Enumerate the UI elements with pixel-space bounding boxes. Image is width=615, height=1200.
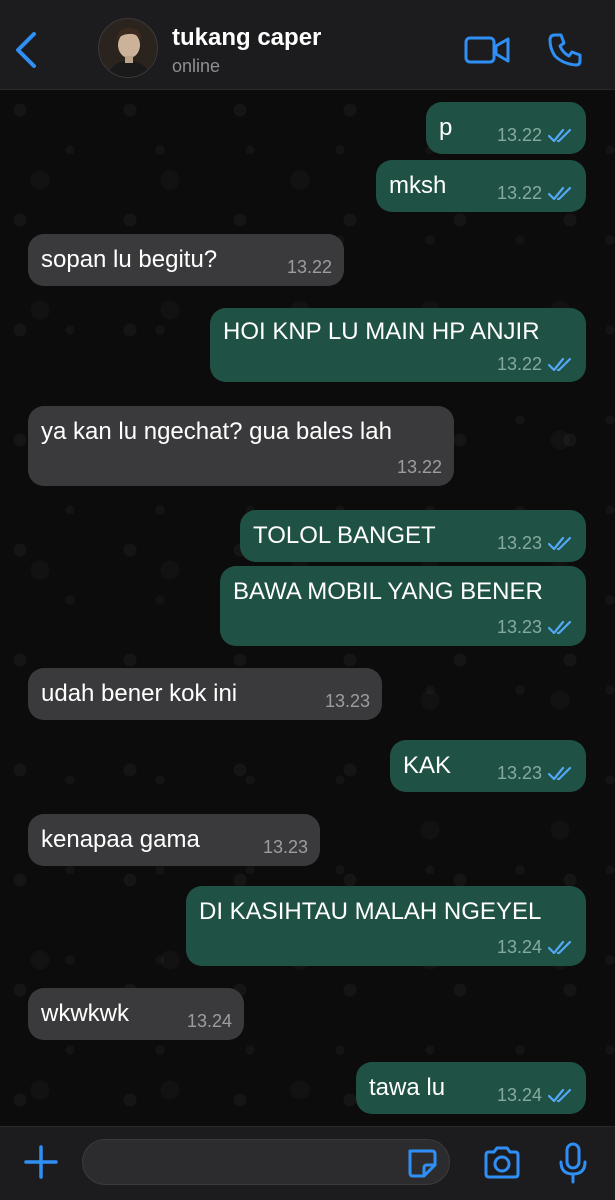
- chat-header: tukang caper online: [0, 0, 615, 90]
- message-text: KAK: [403, 752, 452, 779]
- video-camera-icon: [464, 36, 510, 64]
- message-text: p: [439, 114, 453, 141]
- message-text: sopan lu begitu?: [41, 246, 218, 273]
- phone-icon: [548, 33, 582, 67]
- message-bubble-incoming[interactable]: sopan lu begitu? 13.22: [28, 234, 344, 286]
- double-check-icon: [548, 537, 572, 551]
- double-check-icon: [548, 941, 572, 955]
- message-meta: 13.23: [497, 763, 574, 783]
- message-text: kenapaa gama: [41, 826, 200, 853]
- message-text: mksh: [389, 172, 447, 199]
- avatar[interactable]: [98, 18, 158, 78]
- message-time: 13.24: [496, 1085, 542, 1105]
- message-time: 13.24: [496, 937, 542, 957]
- sticker-icon: [408, 1149, 437, 1178]
- message-text: TOLOL BANGET: [253, 522, 436, 549]
- message-text: ya kan lu ngechat? gua bales lah: [41, 418, 392, 445]
- message-bubble-outgoing[interactable]: DI KASIHTAU MALAH NGEYEL 13.24: [186, 886, 586, 966]
- double-check-icon: [548, 767, 572, 781]
- message-bubble-incoming[interactable]: ya kan lu ngechat? gua bales lah 13.22: [28, 406, 454, 486]
- message-input[interactable]: [82, 1139, 450, 1185]
- microphone-icon: [559, 1142, 587, 1184]
- message-bubble-outgoing[interactable]: p 13.22: [426, 102, 586, 154]
- message-time: 13.23: [262, 837, 308, 857]
- message-bubble-incoming[interactable]: udah bener kok ini 13.23: [28, 668, 382, 720]
- message-time: 13.23: [496, 533, 542, 553]
- message-meta: 13.22: [497, 354, 574, 374]
- message-meta: 13.23: [497, 617, 574, 637]
- voice-message-button[interactable]: [556, 1141, 590, 1185]
- message-time: 13.24: [186, 1011, 232, 1031]
- message-bubble-incoming[interactable]: kenapaa gama 13.23: [28, 814, 320, 866]
- message-time: 13.22: [286, 257, 332, 277]
- message-time: 13.23: [324, 691, 370, 711]
- message-text: DI KASIHTAU MALAH NGEYEL: [199, 898, 542, 925]
- message-meta: 13.23: [497, 533, 574, 553]
- message-time: 13.23: [496, 763, 542, 783]
- message-meta: 13.22: [497, 125, 574, 145]
- message-text: HOI KNP LU MAIN HP ANJIR: [223, 318, 540, 345]
- message-text: tawa lu: [369, 1074, 446, 1101]
- camera-icon: [484, 1146, 520, 1179]
- double-check-icon: [548, 358, 572, 372]
- message-text: BAWA MOBIL YANG BENER: [233, 578, 543, 605]
- message-time: 13.22: [396, 457, 442, 477]
- message-bubble-outgoing[interactable]: TOLOL BANGET 13.23: [240, 510, 586, 562]
- chevron-left-icon: [16, 32, 36, 68]
- chat-screen: tukang caper online p 13.22 mksh 13.22 s…: [0, 0, 615, 1200]
- message-time: 13.22: [496, 125, 542, 145]
- message-meta: 13.24: [497, 1085, 574, 1105]
- message-time: 13.23: [496, 617, 542, 637]
- double-check-icon: [548, 621, 572, 635]
- video-call-button[interactable]: [462, 30, 512, 70]
- message-list[interactable]: p 13.22 mksh 13.22 sopan lu begitu? 13.2…: [0, 90, 615, 1126]
- message-meta: 13.24: [497, 937, 574, 957]
- double-check-icon: [548, 187, 572, 201]
- message-bubble-incoming[interactable]: wkwkwk 13.24: [28, 988, 244, 1040]
- attach-button[interactable]: [22, 1143, 60, 1181]
- contact-name[interactable]: tukang caper: [172, 24, 321, 52]
- contact-status: online: [172, 56, 221, 76]
- sticker-button[interactable]: [405, 1147, 439, 1179]
- avatar-photo: [99, 19, 157, 77]
- double-check-icon: [548, 129, 572, 143]
- double-check-icon: [548, 1089, 572, 1103]
- camera-button[interactable]: [482, 1145, 522, 1181]
- message-bubble-outgoing[interactable]: mksh 13.22: [376, 160, 586, 212]
- back-button[interactable]: [8, 28, 44, 72]
- message-bubble-outgoing[interactable]: BAWA MOBIL YANG BENER 13.23: [220, 566, 586, 646]
- message-bubble-outgoing[interactable]: KAK 13.23: [390, 740, 586, 792]
- voice-call-button[interactable]: [545, 30, 585, 70]
- message-text: udah bener kok ini: [41, 680, 238, 707]
- message-text: wkwkwk: [41, 1000, 129, 1027]
- message-bubble-outgoing[interactable]: tawa lu 13.24: [356, 1062, 586, 1114]
- message-time: 13.22: [496, 183, 542, 203]
- message-bubble-outgoing[interactable]: HOI KNP LU MAIN HP ANJIR 13.22: [210, 308, 586, 382]
- plus-icon: [24, 1145, 58, 1179]
- message-time: 13.22: [496, 354, 542, 374]
- message-meta: 13.22: [497, 183, 574, 203]
- message-composer: [0, 1126, 615, 1200]
